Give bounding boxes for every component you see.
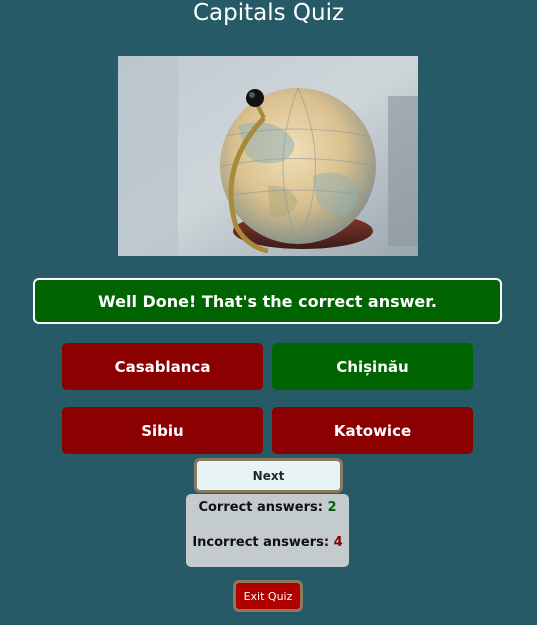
correct-answers-row: Correct answers: 2: [186, 500, 349, 515]
globe-photo: [118, 56, 418, 256]
page-title: Capitals Quiz: [192, 0, 345, 26]
correct-answers-label: Correct answers:: [198, 500, 323, 515]
next-button[interactable]: Next: [194, 458, 343, 493]
answer-button-casablanca[interactable]: Casablanca: [62, 343, 263, 390]
answer-button-katowice[interactable]: Katowice: [272, 407, 473, 454]
correct-answers-count: 2: [327, 500, 337, 515]
exit-quiz-button[interactable]: Exit Quiz: [233, 580, 303, 612]
feedback-banner: Well Done! That's the correct answer.: [33, 278, 502, 324]
answer-button-chisinau[interactable]: Chișinău: [272, 343, 473, 390]
incorrect-answers-row: Incorrect answers: 4: [186, 535, 349, 550]
incorrect-answers-count: 4: [333, 535, 343, 550]
answer-button-sibiu[interactable]: Sibiu: [62, 407, 263, 454]
incorrect-answers-label: Incorrect answers:: [192, 535, 330, 550]
score-panel: Correct answers: 2 Incorrect answers: 4: [186, 494, 349, 567]
